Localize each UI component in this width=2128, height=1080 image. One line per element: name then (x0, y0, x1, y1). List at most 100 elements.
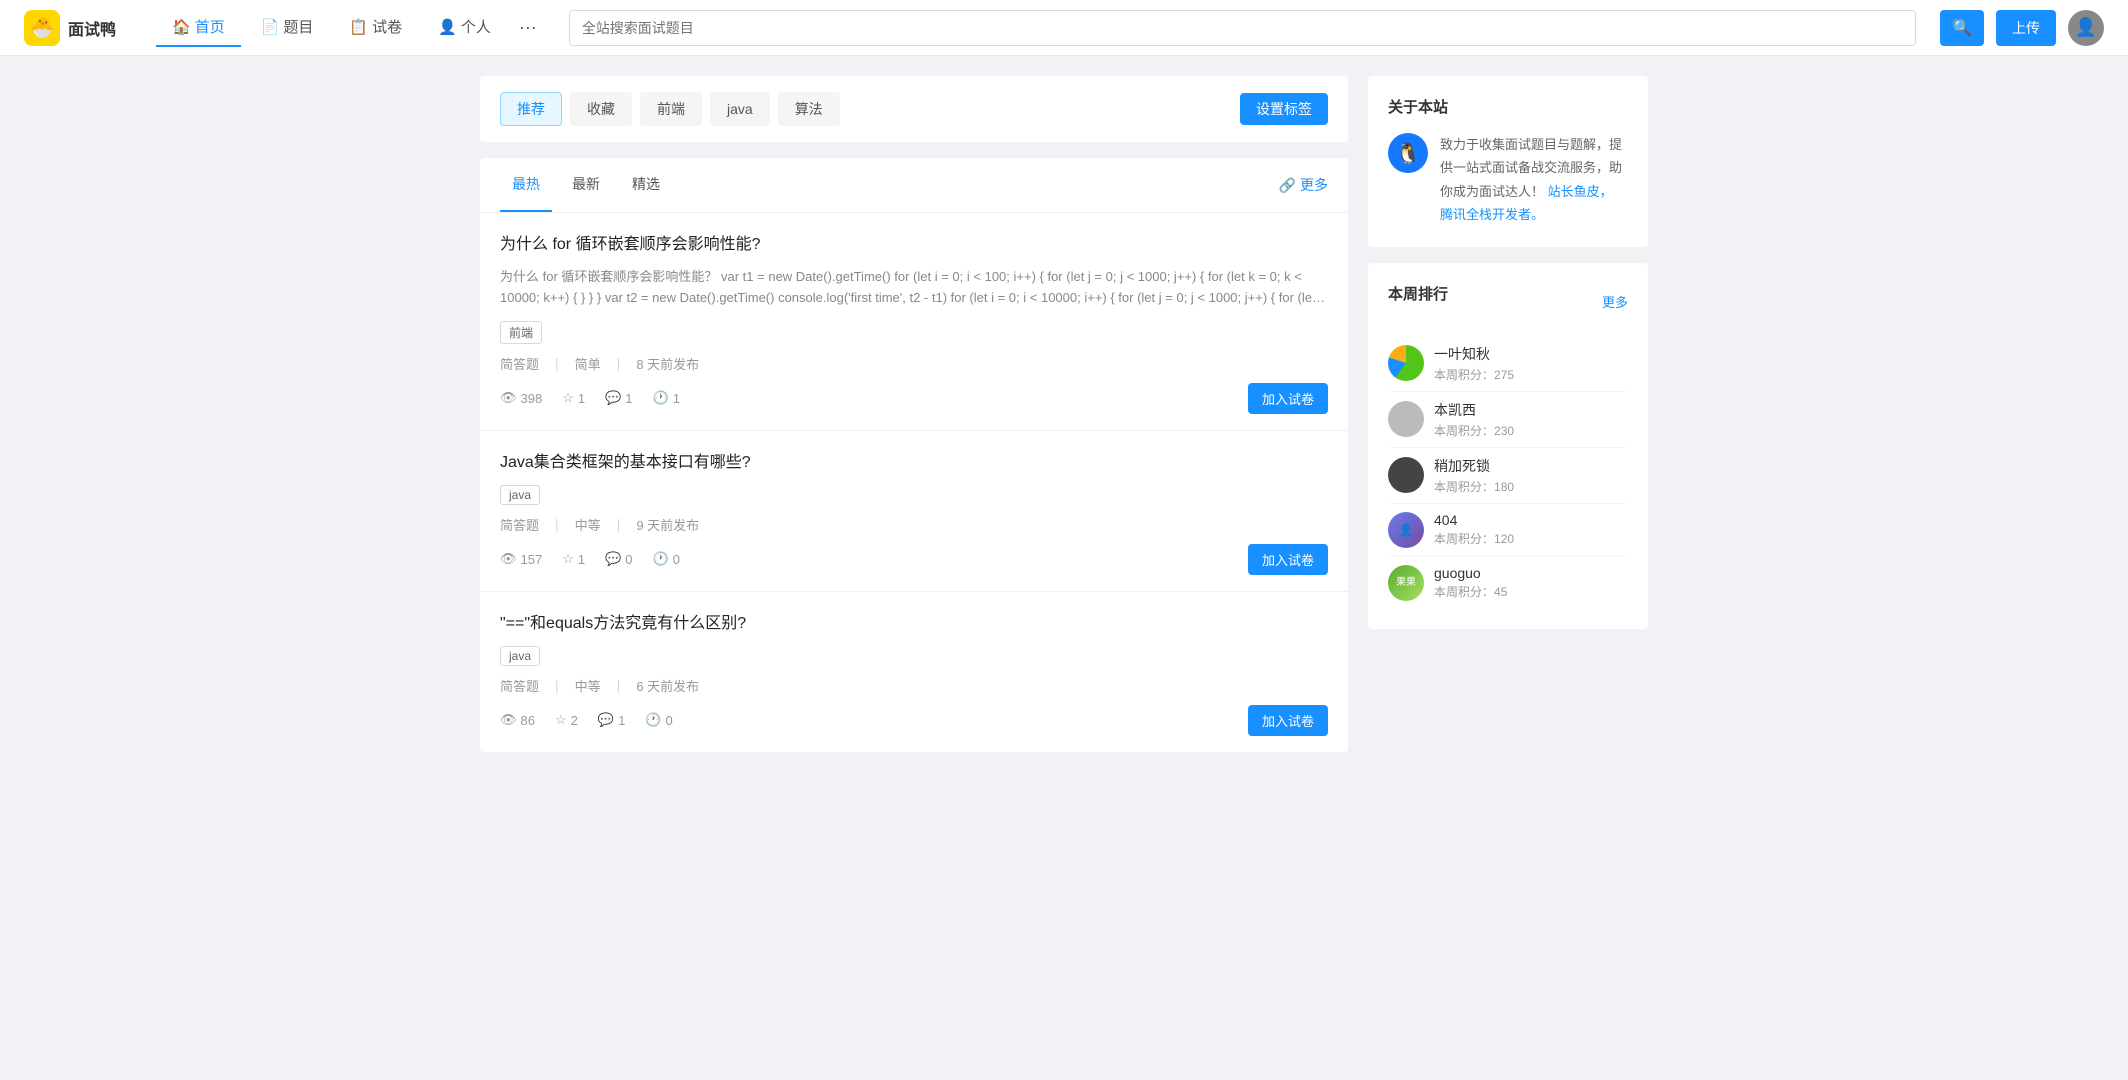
tag-java[interactable]: java (710, 92, 770, 126)
question-meta: 简答题 | 中等 | 6 天前发布 (500, 676, 1328, 695)
bookmark-stat: 🕐 1 (653, 390, 680, 406)
more-link[interactable]: 🔗 更多 (1279, 175, 1328, 195)
tag-algorithm[interactable]: 算法 (778, 92, 840, 126)
comment-stat: 💬 1 (605, 390, 632, 406)
question-item: "=="和equals方法究竟有什么区别? java 简答题 | 中等 | 6 … (480, 592, 1348, 752)
question-tags: java (500, 485, 1328, 505)
about-text: 致力于收集面试题目与题解，提供一站式面试备战交流服务，助你成为面试达人！ 站长鱼… (1440, 133, 1628, 227)
question-item: 为什么 for 循环嵌套顺序会影响性能? 为什么 for 循环嵌套顺序会影响性能… (480, 213, 1348, 431)
rank-score: 本周积分：180 (1434, 478, 1628, 495)
eye-icon: 👁 (500, 712, 517, 728)
add-to-exam-button[interactable]: 加入试卷 (1248, 544, 1328, 575)
star-icon: ☆ (555, 712, 567, 728)
rank-avatar (1388, 401, 1424, 437)
question-tags: java (500, 646, 1328, 666)
nav-item-home[interactable]: 🏠 首页 (156, 8, 241, 47)
comment-stat: 💬 1 (598, 712, 625, 728)
question-footer: 👁 86 ☆ 2 💬 1 🕐 0 (500, 705, 1328, 736)
tag-collect[interactable]: 收藏 (570, 92, 632, 126)
tab-hot[interactable]: 最热 (500, 158, 552, 212)
view-stat: 👁 398 (500, 390, 542, 406)
logo[interactable]: 🐣 面试鸭 (24, 10, 116, 46)
nav-item-exams[interactable]: 📋 试卷 (333, 8, 418, 47)
rank-name: 稍加死锁 (1434, 456, 1628, 476)
bookmark-stat: 🕐 0 (645, 712, 672, 728)
header: 🐣 面试鸭 🏠 首页 📄 题目 📋 试卷 👤 个人 ··· 🔍 上传 👤 (0, 0, 2128, 56)
question-title[interactable]: 为什么 for 循环嵌套顺序会影响性能? (500, 233, 1328, 257)
rank-info: guoguo 本周积分：45 (1434, 565, 1628, 600)
ranking-header: 本周排行 更多 (1388, 283, 1628, 320)
ranking-title: 本周排行 (1388, 283, 1448, 304)
eye-icon: 👁 (500, 390, 517, 406)
main-nav: 🏠 首页 📄 题目 📋 试卷 👤 个人 ··· (156, 8, 545, 47)
search-button[interactable]: 🔍 (1940, 10, 1984, 46)
about-link-2[interactable]: 腾讯全栈开发者。 (1440, 207, 1544, 222)
question-meta: 简答题 | 简单 | 8 天前发布 (500, 354, 1328, 373)
nav-item-personal[interactable]: 👤 个人 (422, 8, 507, 47)
rank-avatar: 👤 (1388, 512, 1424, 548)
eye-icon: 👁 (500, 551, 517, 567)
logo-text: 面试鸭 (68, 16, 116, 40)
tag-recommend[interactable]: 推荐 (500, 92, 562, 126)
star-stat: ☆ 1 (562, 390, 585, 406)
doc-icon: 📄 (261, 18, 280, 36)
view-stat: 👁 86 (500, 712, 535, 728)
rank-score: 本周积分：45 (1434, 583, 1628, 600)
ranking-card: 本周排行 更多 一叶知秋 本周积分：275 本凯西 (1368, 263, 1648, 629)
question-footer: 👁 157 ☆ 1 💬 0 🕐 0 (500, 544, 1328, 575)
question-stats: 👁 86 ☆ 2 💬 1 🕐 0 (500, 712, 1248, 728)
tag-frontend[interactable]: 前端 (640, 92, 702, 126)
nav-item-questions[interactable]: 📄 题目 (245, 8, 330, 47)
ranking-more[interactable]: 更多 (1602, 292, 1628, 311)
question-time: 8 天前发布 (636, 354, 699, 373)
set-tags-button[interactable]: 设置标签 (1240, 93, 1328, 125)
search-input[interactable] (569, 10, 1916, 46)
tab-latest[interactable]: 最新 (560, 158, 612, 212)
rank-item: 稍加死锁 本周积分：180 (1388, 448, 1628, 504)
upload-button[interactable]: 上传 (1996, 10, 2056, 46)
clock-icon: 🕐 (653, 390, 669, 406)
add-to-exam-button[interactable]: 加入试卷 (1248, 705, 1328, 736)
view-stat: 👁 157 (500, 551, 542, 567)
about-title: 关于本站 (1388, 96, 1628, 117)
user-avatar[interactable]: 👤 (2068, 10, 2104, 46)
content-card: 最热 最新 精选 🔗 更多 为什么 for 循环嵌套顺序会影响性能? 为什么 f… (480, 158, 1348, 752)
rank-score: 本周积分：120 (1434, 530, 1628, 547)
link-icon: 🔗 (1279, 177, 1296, 194)
question-title[interactable]: "=="和equals方法究竟有什么区别? (500, 612, 1328, 636)
person-icon: 👤 (438, 18, 457, 36)
logo-icon: 🐣 (24, 10, 60, 46)
rank-name: guoguo (1434, 565, 1628, 581)
question-meta: 简答题 | 中等 | 9 天前发布 (500, 515, 1328, 534)
site-avatar: 🐧 (1388, 133, 1428, 173)
question-type: 简答题 (500, 515, 539, 534)
rank-item: 👤 404 本周积分：120 (1388, 504, 1628, 557)
home-icon: 🏠 (172, 18, 191, 36)
rank-score: 本周积分：275 (1434, 366, 1628, 383)
comment-icon: 💬 (605, 551, 621, 567)
about-content: 🐧 致力于收集面试题目与题解，提供一站式面试备战交流服务，助你成为面试达人！ 站… (1388, 133, 1628, 227)
tab-selected[interactable]: 精选 (620, 158, 672, 212)
clock-icon: 🕐 (645, 712, 661, 728)
header-actions: 🔍 上传 👤 (1940, 10, 2104, 46)
about-link-1[interactable]: 站长鱼皮， (1548, 184, 1613, 199)
rank-item: 一叶知秋 本周积分：275 (1388, 336, 1628, 392)
rank-avatar (1388, 345, 1424, 381)
question-difficulty: 中等 (575, 676, 601, 695)
question-tag[interactable]: java (500, 485, 540, 505)
file-icon: 📋 (349, 18, 368, 36)
search-bar (569, 10, 1916, 46)
question-desc: 为什么 for 循环嵌套顺序会影响性能？ var t1 = new Date()… (500, 267, 1328, 309)
question-tag[interactable]: 前端 (500, 321, 542, 344)
question-type: 简答题 (500, 354, 539, 373)
nav-more[interactable]: ··· (511, 9, 545, 46)
rank-info: 本凯西 本周积分：230 (1434, 400, 1628, 439)
question-tags: 前端 (500, 321, 1328, 344)
question-title[interactable]: Java集合类框架的基本接口有哪些? (500, 451, 1328, 475)
question-stats: 👁 398 ☆ 1 💬 1 🕐 1 (500, 390, 1248, 406)
rank-name: 本凯西 (1434, 400, 1628, 420)
add-to-exam-button[interactable]: 加入试卷 (1248, 383, 1328, 414)
question-tag[interactable]: java (500, 646, 540, 666)
rank-score: 本周积分：230 (1434, 422, 1628, 439)
right-panel: 关于本站 🐧 致力于收集面试题目与题解，提供一站式面试备战交流服务，助你成为面试… (1368, 76, 1648, 752)
